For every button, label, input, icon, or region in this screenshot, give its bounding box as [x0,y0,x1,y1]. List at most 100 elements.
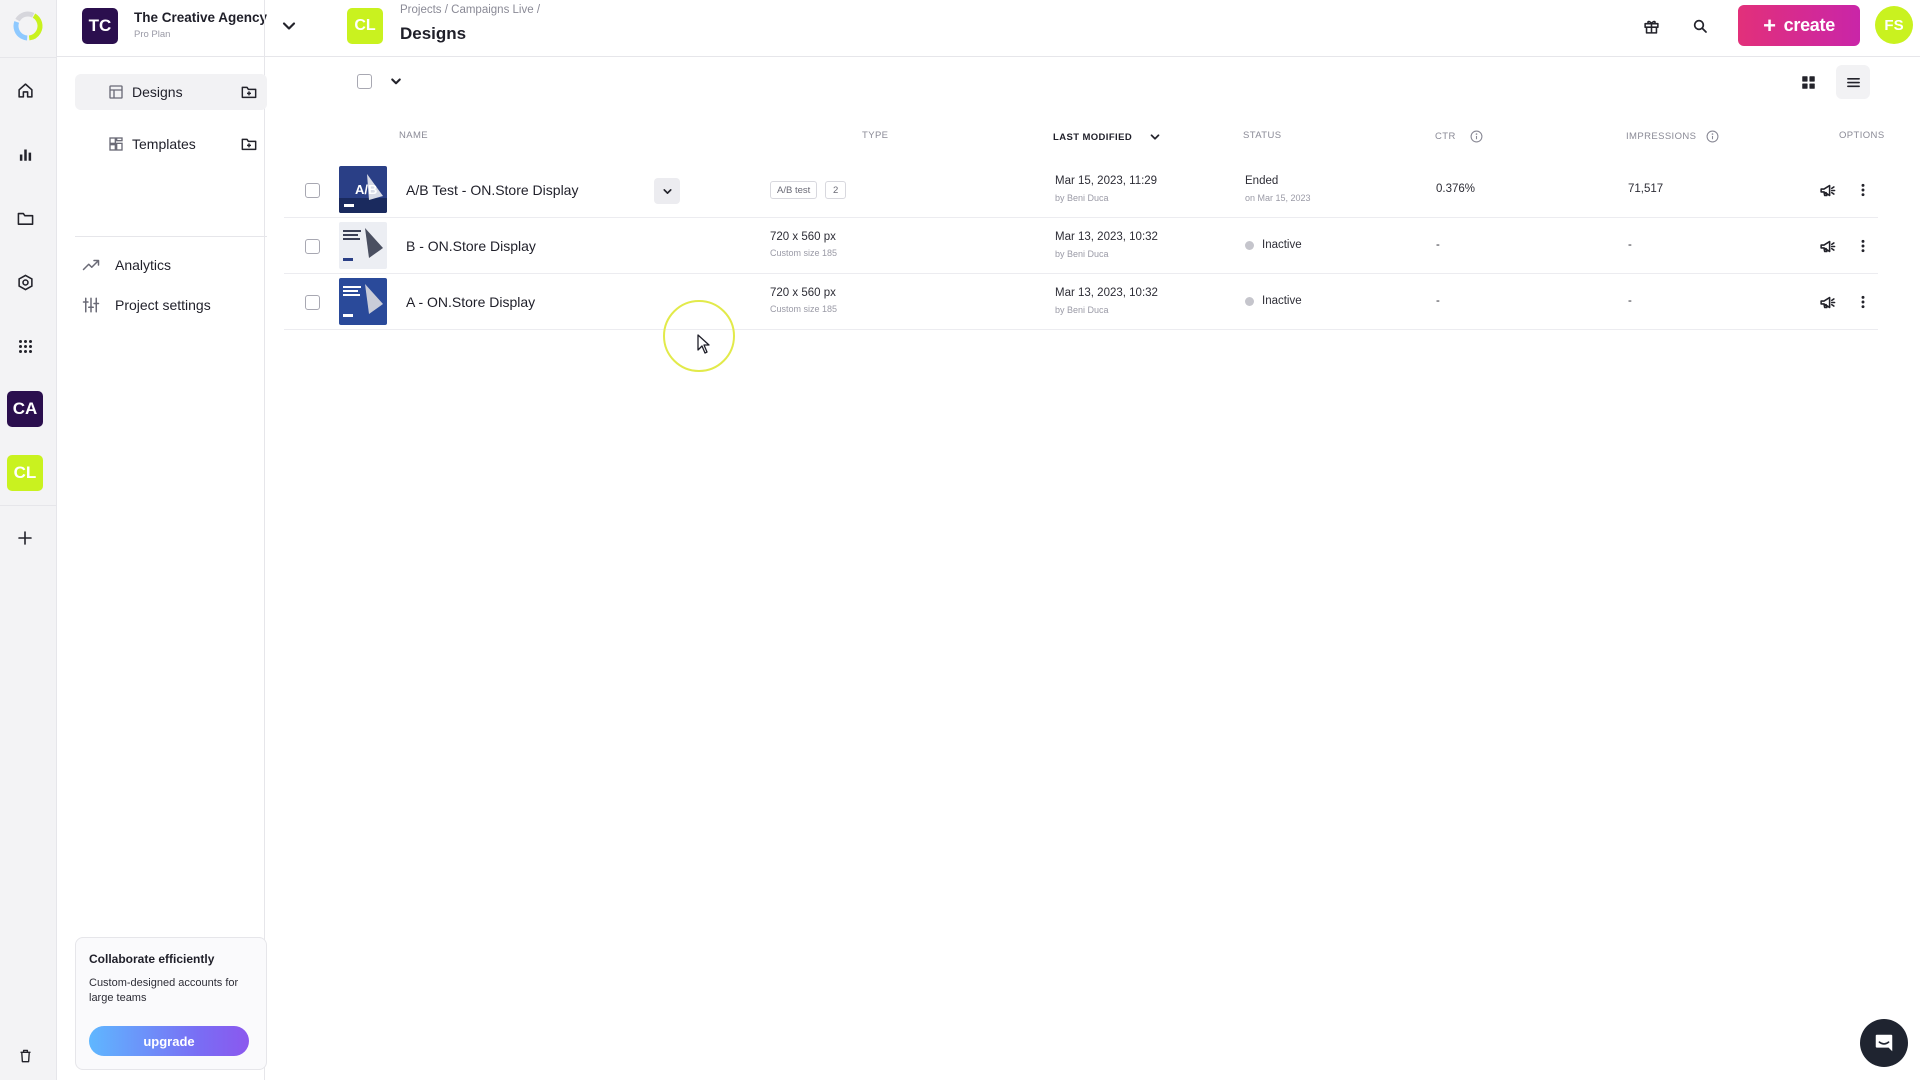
create-button[interactable]: + create [1738,5,1860,46]
table-row[interactable]: B - ON.Store Display 720 x 560 px Custom… [284,218,1878,274]
column-header-last-modified[interactable]: LAST MODIFIED [1053,130,1162,144]
project-avatar[interactable]: CL [347,8,383,44]
status-text: Inactive [1262,295,1302,307]
trash-icon[interactable] [6,1037,44,1075]
column-header-label: IMPRESSIONS [1626,131,1697,142]
design-thumbnail[interactable] [339,222,387,269]
org-avatar[interactable]: TC [82,8,118,44]
column-header-name[interactable]: NAME [399,130,428,141]
status-badge: Inactive [1245,239,1302,251]
org-plan: Pro Plan [134,29,171,40]
chat-icon [1875,1034,1893,1052]
page-title: Designs [400,24,467,43]
breadcrumb-separator: / [444,4,448,16]
column-header-label: LAST MODIFIED [1053,131,1133,143]
analytics-icon[interactable] [6,135,44,173]
trending-up-icon [82,259,100,271]
row-checkbox[interactable] [305,183,320,198]
column-header-impressions[interactable]: IMPRESSIONS [1626,130,1719,143]
status-text: Ended [1245,175,1279,187]
breadcrumb-campaigns-live[interactable]: Campaigns Live [451,4,533,16]
divider [75,236,267,237]
status-dot [1245,240,1254,250]
publish-megaphone-icon[interactable] [1815,234,1839,258]
brand-kit-icon[interactable] [6,263,44,301]
home-icon[interactable] [6,71,44,109]
design-thumbnail[interactable] [339,278,387,325]
org-switch-badge[interactable]: CA [7,391,43,427]
ctr-value: - [1436,239,1440,251]
design-name[interactable]: A/B Test - ON.Store Display [406,182,578,198]
status-badge: Inactive [1245,295,1302,307]
top-bar: TC The Creative Agency Pro Plan CL Proje… [57,0,1920,57]
column-header-type[interactable]: TYPE [862,130,888,141]
modified-date: Mar 13, 2023, 10:32 [1055,287,1158,299]
design-size-label: Custom size 185 [770,248,838,258]
grid-view-icon[interactable] [1791,65,1825,99]
more-options-icon[interactable] [1851,290,1875,314]
chat-launcher-button[interactable] [1860,1019,1908,1067]
list-view-icon[interactable] [1836,65,1870,99]
design-name[interactable]: B - ON.Store Display [406,238,536,254]
search-icon[interactable] [1687,13,1713,39]
select-all-checkbox[interactable] [357,74,372,89]
variant-count-badge: 2 [825,181,847,199]
more-options-icon[interactable] [1851,234,1875,258]
upgrade-button[interactable]: upgrade [89,1026,249,1056]
sidebar-item-label: Designs [132,84,183,100]
design-thumbnail[interactable]: A/B [339,166,387,213]
column-header-ctr[interactable]: CTR [1435,130,1483,143]
sidebar-item-designs[interactable]: Designs [75,74,267,110]
expand-variants-button[interactable] [654,178,680,204]
breadcrumb-projects[interactable]: Projects [400,4,442,16]
promo-title: Collaborate efficiently [89,952,215,966]
upgrade-promo-card: Collaborate efficiently Custom-designed … [75,937,267,1070]
sidebar-link-label: Project settings [115,297,211,313]
design-size: 720 x 560 px [770,287,836,299]
chevron-down-icon[interactable] [279,16,299,36]
row-checkbox[interactable] [305,295,320,310]
info-icon[interactable] [1706,130,1719,143]
impressions-value: 71,517 [1628,183,1664,195]
user-avatar[interactable]: FS [1875,6,1913,44]
org-name[interactable]: The Creative Agency [134,10,267,25]
column-header-status[interactable]: STATUS [1243,130,1281,141]
apps-grid-icon[interactable] [6,327,44,365]
gift-icon[interactable] [1638,13,1664,39]
add-folder-icon[interactable] [241,84,257,100]
svg-text:A/B: A/B [355,182,377,197]
designs-list: NAME TYPE LAST MODIFIED STATUS CTR IMPRE… [264,57,1920,1080]
design-size: 720 x 560 px [770,231,836,243]
templates-icon [109,137,123,151]
sidebar: Designs Templates Analytics Project sett… [57,57,267,1080]
publish-megaphone-icon[interactable] [1815,178,1839,202]
chevron-down-icon[interactable] [387,72,405,90]
table-row[interactable]: A/B A/B Test - ON.Store Display A/B test… [284,162,1878,218]
breadcrumb: Projects / Campaigns Live / [400,4,540,16]
row-checkbox[interactable] [305,239,320,254]
promo-text: Custom-designed accounts for large teams [89,977,239,1004]
add-folder-icon[interactable] [241,136,257,152]
sidebar-link-project-settings[interactable]: Project settings [82,293,211,317]
sidebar-item-templates[interactable]: Templates [75,126,267,162]
modified-by: by Beni Duca [1055,193,1109,203]
more-options-icon[interactable] [1851,178,1875,202]
mouse-pointer-icon [697,334,710,354]
design-name[interactable]: A - ON.Store Display [406,294,535,310]
status-text: Inactive [1262,239,1302,251]
folder-icon[interactable] [6,199,44,237]
publish-megaphone-icon[interactable] [1815,290,1839,314]
table-row[interactable]: A - ON.Store Display 720 x 560 px Custom… [284,274,1878,330]
impressions-value: - [1628,239,1632,251]
modified-date: Mar 13, 2023, 10:32 [1055,231,1158,243]
sidebar-link-analytics[interactable]: Analytics [82,253,171,277]
sliders-icon [82,297,100,313]
app-logo[interactable] [10,5,48,47]
breadcrumb-separator: / [536,4,541,16]
create-label: create [1783,15,1836,35]
design-size-label: Custom size 185 [770,304,838,314]
add-icon[interactable] [6,519,44,557]
info-icon[interactable] [1470,130,1483,143]
chevron-down-icon [662,188,672,194]
project-switch-badge[interactable]: CL [7,455,43,491]
